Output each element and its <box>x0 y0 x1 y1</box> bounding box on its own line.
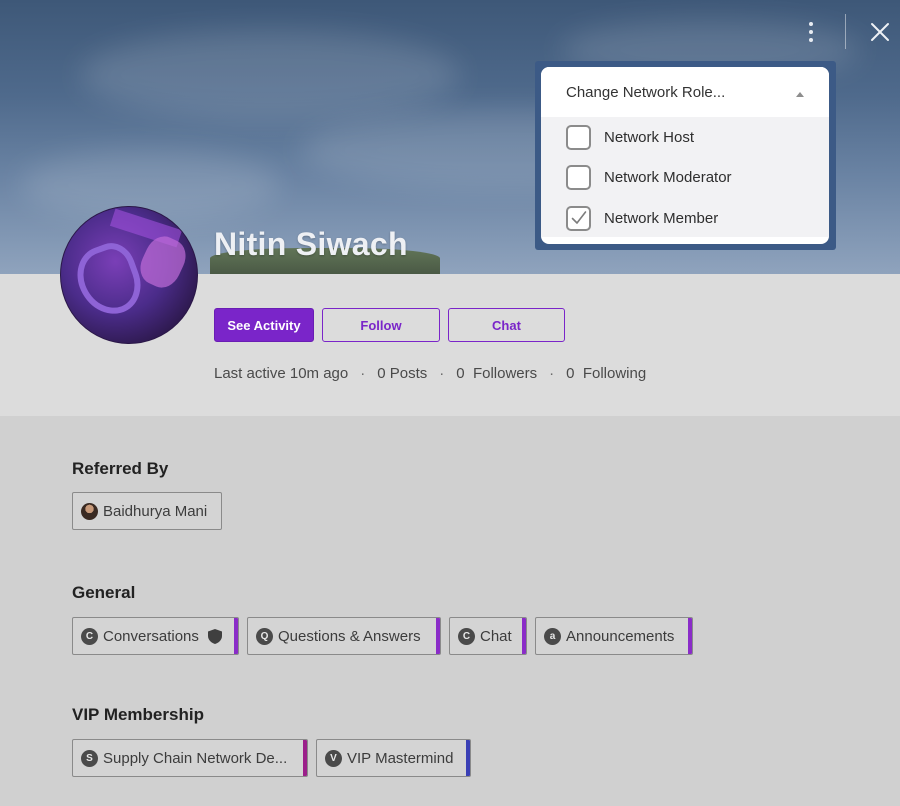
referrer-chip[interactable]: Baidhurya Mani <box>72 492 222 530</box>
space-label: Supply Chain Network De... <box>103 749 288 767</box>
stats-separator: · <box>360 365 366 382</box>
space-label: Conversations <box>103 627 199 645</box>
general-title: General <box>72 583 136 602</box>
space-label: Questions & Answers <box>278 627 421 645</box>
followers-count[interactable]: 0 Followers <box>456 365 537 382</box>
profile-stats: Last active 10m ago · 0 Posts · 0 Follow… <box>214 365 646 382</box>
role-option-network-member[interactable]: Network Member <box>541 198 829 238</box>
chat-button[interactable]: Chat <box>448 308 565 342</box>
checkbox-checked[interactable] <box>566 205 591 231</box>
follow-button[interactable]: Follow <box>322 308 440 342</box>
space-icon: S <box>81 749 98 767</box>
referrer-avatar <box>81 502 98 520</box>
posts-count[interactable]: 0 Posts <box>377 365 427 382</box>
space-icon: C <box>81 627 98 645</box>
shield-icon <box>207 628 223 645</box>
checkbox[interactable] <box>566 124 591 150</box>
role-dropdown: Change Network Role... Network Host Netw… <box>541 67 829 244</box>
space-chip-vip-mastermind[interactable]: V VIP Mastermind <box>316 739 471 777</box>
following-count[interactable]: 0 Following <box>566 365 646 382</box>
space-label: Announcements <box>566 627 675 645</box>
checkbox[interactable] <box>566 164 591 190</box>
space-chip-questions-answers[interactable]: Q Questions & Answers <box>247 617 441 655</box>
space-accent <box>234 618 238 654</box>
space-chip-chat[interactable]: C Chat <box>449 617 527 655</box>
profile-avatar <box>60 206 198 344</box>
role-dropdown-header: Change Network Role... <box>566 83 726 101</box>
referrer-name: Baidhurya Mani <box>103 502 208 520</box>
role-dropdown-toggle[interactable]: Change Network Role... <box>541 67 829 117</box>
role-option-label: Network Moderator <box>604 168 732 186</box>
space-icon: Q <box>256 627 273 645</box>
checkmark-icon <box>571 211 586 224</box>
toolbar-divider <box>845 14 846 49</box>
space-icon: a <box>544 627 561 645</box>
role-option-label: Network Host <box>604 128 695 146</box>
space-accent <box>466 740 470 776</box>
more-options-icon[interactable] <box>797 17 825 47</box>
space-chip-announcements[interactable]: a Announcements <box>535 617 693 655</box>
space-label: Chat <box>480 627 512 645</box>
role-option-label: Network Member <box>604 209 719 227</box>
referred-by-title: Referred By <box>72 459 169 478</box>
space-icon: C <box>458 627 475 645</box>
role-options-list: Network Host Network Moderator Network M… <box>541 117 829 237</box>
space-accent <box>688 618 692 654</box>
role-option-network-moderator[interactable]: Network Moderator <box>541 157 829 197</box>
space-chip-supply-chain[interactable]: S Supply Chain Network De... <box>72 739 308 777</box>
close-icon[interactable] <box>866 18 894 46</box>
space-label: VIP Mastermind <box>347 749 454 767</box>
caret-up-icon <box>796 92 804 97</box>
space-accent <box>436 618 440 654</box>
space-accent <box>522 618 526 654</box>
last-active: Last active 10m ago <box>214 365 349 382</box>
role-option-network-host[interactable]: Network Host <box>541 117 829 157</box>
see-activity-button[interactable]: See Activity <box>214 308 314 342</box>
space-chip-conversations[interactable]: C Conversations <box>72 617 239 655</box>
vip-membership-title: VIP Membership <box>72 705 204 724</box>
space-accent <box>303 740 307 776</box>
stats-separator: · <box>439 365 445 382</box>
stats-separator: · <box>549 365 555 382</box>
space-icon: V <box>325 749 342 767</box>
profile-name: Nitin Siwach <box>214 226 408 262</box>
